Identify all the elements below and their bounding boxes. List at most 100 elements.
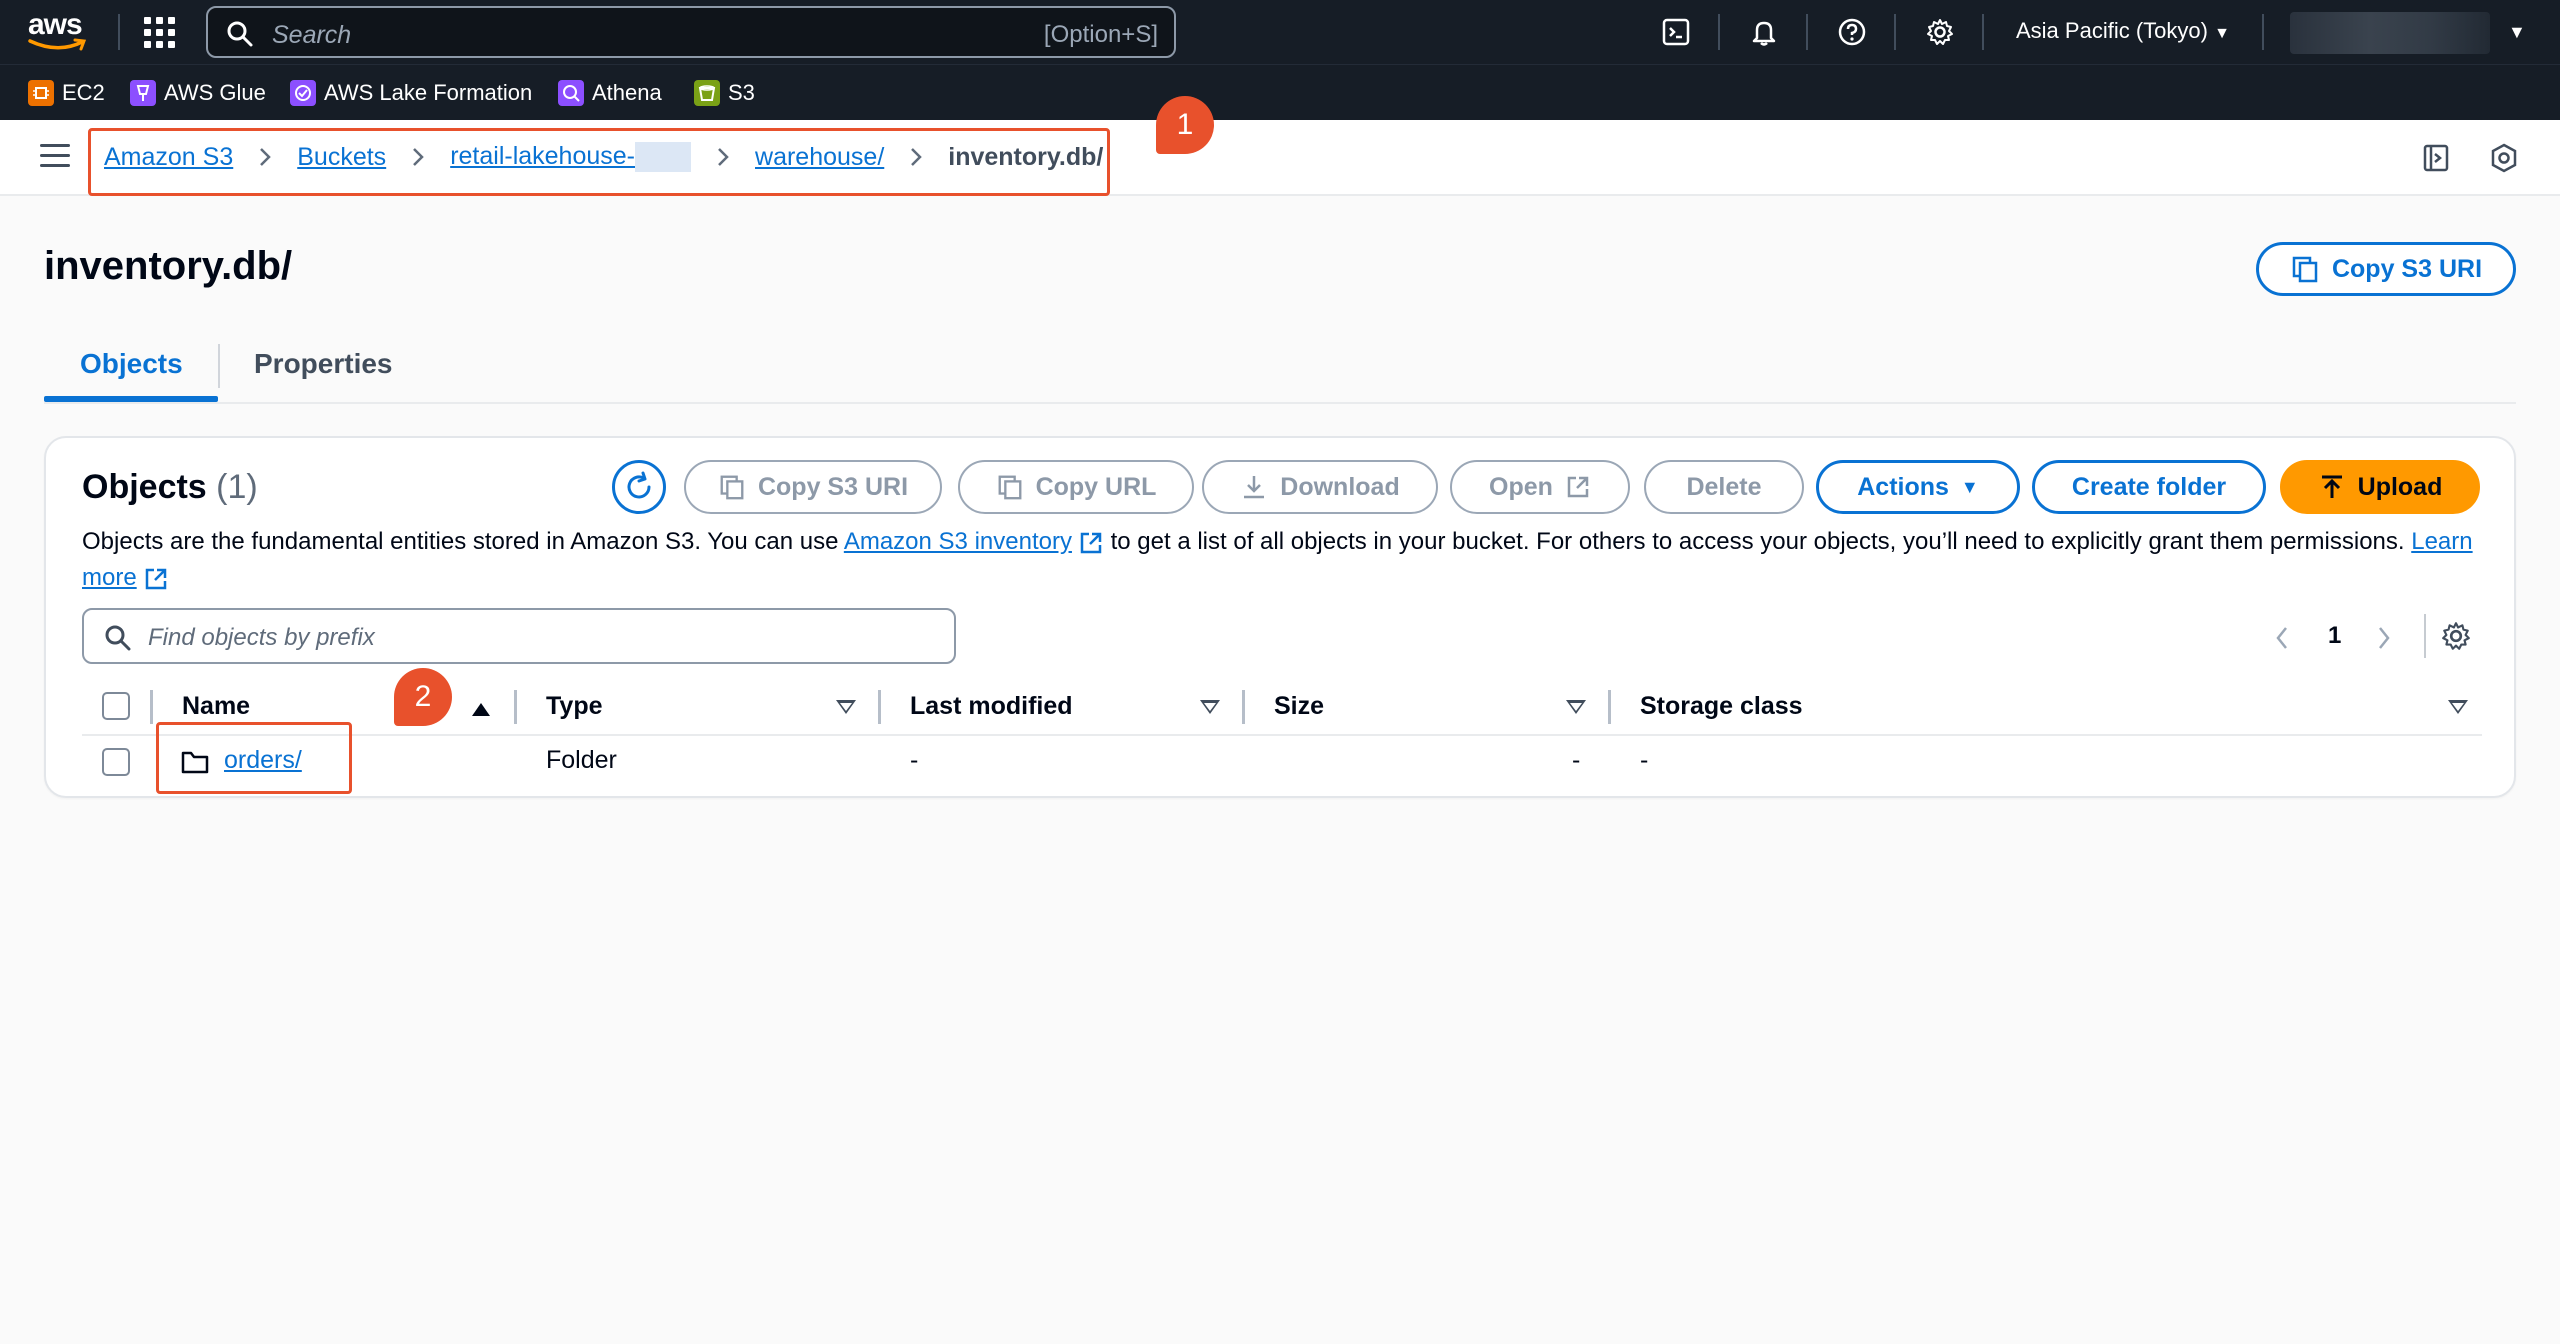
copy-url-label: Copy URL — [1035, 472, 1157, 501]
previous-page-icon[interactable] — [2272, 624, 2292, 657]
annotation-box-2 — [156, 722, 352, 794]
column-header-last-modified[interactable]: Last modified — [910, 692, 1073, 721]
next-page-icon[interactable] — [2374, 624, 2394, 657]
actions-dropdown-button[interactable]: Actions ▼ — [1816, 460, 2020, 514]
s3-inventory-link[interactable]: Amazon S3 inventory — [844, 528, 1072, 555]
active-tab-indicator — [44, 396, 218, 402]
sort-type-icon[interactable] — [836, 700, 856, 714]
copy-icon — [720, 475, 744, 500]
column-divider — [150, 690, 153, 724]
favorite-athena[interactable]: Athena — [558, 80, 662, 106]
find-objects-input[interactable]: Find objects by prefix — [82, 608, 956, 664]
download-label: Download — [1280, 472, 1400, 501]
copy-s3-uri-button-disabled[interactable]: Copy S3 URI — [684, 460, 942, 514]
pager-divider — [2424, 614, 2426, 658]
nav-divider — [118, 14, 120, 50]
copy-s3-uri-button[interactable]: Copy S3 URI — [2256, 242, 2516, 296]
copy-url-button[interactable]: Copy URL — [958, 460, 1194, 514]
caret-down-icon: ▼ — [2214, 25, 2230, 42]
row-checkbox[interactable] — [102, 748, 130, 776]
aws-logo[interactable]: aws — [28, 10, 92, 54]
page-title: inventory.db/ — [44, 244, 293, 288]
cloudshell-icon[interactable] — [1658, 14, 1694, 50]
upload-button[interactable]: Upload — [2280, 460, 2480, 514]
notifications-bell-icon[interactable] — [1746, 14, 1782, 50]
caret-down-icon: ▼ — [1960, 476, 1979, 497]
nav-divider — [1806, 14, 1808, 50]
tab-objects[interactable]: Objects — [80, 348, 183, 380]
sort-size-icon[interactable] — [1566, 700, 1586, 714]
select-all-checkbox[interactable] — [102, 692, 130, 720]
column-header-type[interactable]: Type — [546, 692, 603, 721]
upload-icon — [2321, 475, 2342, 498]
column-header-name[interactable]: Name — [182, 692, 250, 721]
actions-label: Actions — [1857, 472, 1949, 501]
objects-heading: Objects (1) — [82, 468, 258, 507]
tab-list: Objects Properties — [44, 330, 2516, 404]
aws-logo-text: aws — [28, 8, 83, 41]
copy-s3-uri-label: Copy S3 URI — [757, 472, 909, 501]
services-menu-icon[interactable] — [144, 17, 176, 49]
nav-divider — [1718, 14, 1720, 50]
table-preferences-gear-icon[interactable] — [2440, 620, 2472, 657]
search-icon — [105, 625, 131, 651]
page-number[interactable]: 1 — [2328, 622, 2341, 650]
column-header-size[interactable]: Size — [1274, 692, 1324, 721]
table-row-last-modified: - — [910, 746, 919, 774]
download-button[interactable]: Download — [1202, 460, 1438, 514]
open-label: Open — [1489, 472, 1553, 501]
top-navigation: aws Search [Option+S] Asia Pacific (Toky… — [0, 0, 2560, 64]
refresh-icon — [627, 471, 651, 499]
favorite-label: Athena — [592, 80, 662, 105]
s3-icon — [694, 80, 720, 106]
column-divider — [1608, 690, 1611, 724]
tab-properties[interactable]: Properties — [254, 348, 393, 380]
settings-gear-icon[interactable] — [1922, 14, 1958, 50]
refresh-button[interactable] — [612, 460, 666, 514]
open-button[interactable]: Open — [1450, 460, 1630, 514]
search-placeholder: Search — [272, 21, 352, 49]
help-icon[interactable] — [1834, 14, 1870, 50]
account-menu[interactable] — [2290, 12, 2490, 54]
favorite-label: S3 — [728, 80, 755, 105]
account-caret-down-icon[interactable]: ▼ — [2508, 22, 2526, 43]
favorite-ec2[interactable]: EC2 — [28, 80, 105, 106]
favorites-bar: EC2 AWS Glue AWS Lake Formation Athena S… — [0, 64, 2560, 120]
sort-storage-class-icon[interactable] — [2448, 700, 2468, 714]
favorite-aws-glue[interactable]: AWS Glue — [130, 80, 266, 106]
delete-button[interactable]: Delete — [1644, 460, 1804, 514]
column-divider — [878, 690, 881, 724]
external-link-icon — [1080, 532, 1102, 553]
create-folder-label: Create folder — [2071, 472, 2227, 501]
favorite-label: AWS Lake Formation — [324, 80, 533, 105]
header-divider — [82, 734, 2482, 736]
search-icon — [227, 21, 253, 47]
annotation-badge-2: 2 — [394, 668, 452, 726]
download-icon — [1244, 476, 1265, 499]
global-search-input[interactable]: Search [Option+S] — [206, 6, 1176, 58]
hamburger-menu-icon[interactable] — [40, 144, 70, 170]
favorite-s3[interactable]: S3 — [694, 80, 755, 106]
favorite-aws-lake-formation[interactable]: AWS Lake Formation — [290, 80, 532, 106]
page-notes-icon[interactable] — [2418, 140, 2454, 176]
objects-count: (1) — [216, 468, 258, 506]
table-row-size: - — [1572, 746, 1581, 774]
column-header-storage-class[interactable]: Storage class — [1640, 692, 1803, 721]
sort-last-modified-icon[interactable] — [1200, 700, 1220, 714]
search-shortcut: [Option+S] — [1043, 21, 1158, 48]
description-text: to get a list of all objects in your buc… — [1103, 528, 2412, 555]
create-folder-button[interactable]: Create folder — [2032, 460, 2266, 514]
annotation-box-1 — [88, 128, 1110, 196]
delete-label: Delete — [1686, 472, 1762, 501]
copy-s3-uri-label: Copy S3 URI — [2331, 254, 2483, 283]
lake-formation-icon — [290, 80, 316, 106]
description-text: Objects are the fundamental entities sto… — [82, 528, 844, 555]
copy-icon — [998, 475, 1022, 500]
annotation-badge-1: 1 — [1156, 96, 1214, 154]
sort-ascending-icon[interactable] — [470, 700, 492, 723]
column-divider — [1242, 690, 1245, 724]
column-divider — [514, 690, 517, 724]
external-link-icon — [145, 568, 166, 589]
settings-hexagon-icon[interactable] — [2486, 140, 2522, 176]
region-selector[interactable]: Asia Pacific (Tokyo) ▼ — [2016, 18, 2230, 44]
